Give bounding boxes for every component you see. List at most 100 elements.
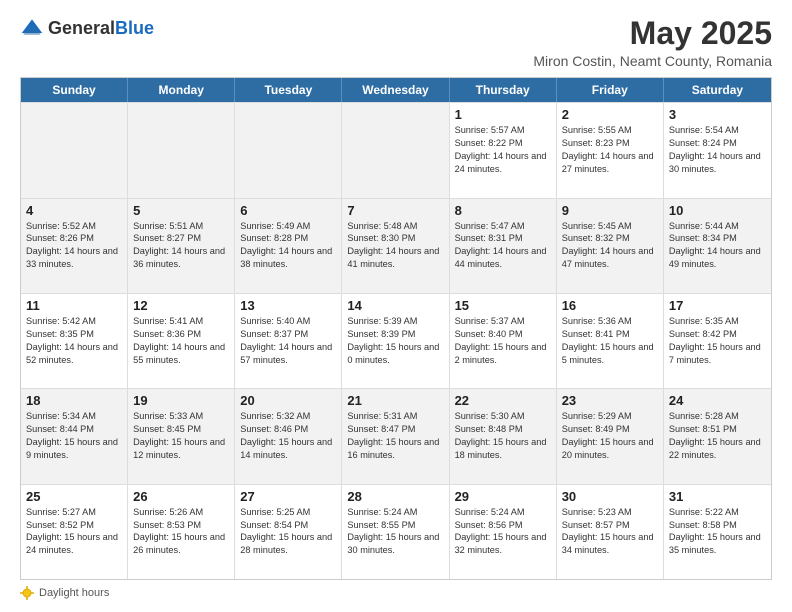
calendar-cell: 24 Sunrise: 5:28 AM Sunset: 8:51 PM Dayli… <box>664 389 771 483</box>
cell-info: Sunrise: 5:30 AM Sunset: 8:48 PM Dayligh… <box>455 410 551 462</box>
calendar-cell: 15 Sunrise: 5:37 AM Sunset: 8:40 PM Dayli… <box>450 294 557 388</box>
title-block: May 2025 Miron Costin, Neamt County, Rom… <box>533 16 772 69</box>
cell-info: Sunrise: 5:22 AM Sunset: 8:58 PM Dayligh… <box>669 506 766 558</box>
header-sunday: Sunday <box>21 78 128 102</box>
calendar-cell <box>342 103 449 197</box>
cell-info: Sunrise: 5:48 AM Sunset: 8:30 PM Dayligh… <box>347 220 443 272</box>
calendar-cell: 20 Sunrise: 5:32 AM Sunset: 8:46 PM Dayli… <box>235 389 342 483</box>
calendar-cell: 16 Sunrise: 5:36 AM Sunset: 8:41 PM Dayli… <box>557 294 664 388</box>
cell-info: Sunrise: 5:37 AM Sunset: 8:40 PM Dayligh… <box>455 315 551 367</box>
cell-info: Sunrise: 5:27 AM Sunset: 8:52 PM Dayligh… <box>26 506 122 558</box>
logo-text: GeneralBlue <box>48 18 154 39</box>
header-monday: Monday <box>128 78 235 102</box>
logo-blue: Blue <box>115 18 154 38</box>
day-number: 12 <box>133 298 229 313</box>
day-number: 25 <box>26 489 122 504</box>
cell-info: Sunrise: 5:57 AM Sunset: 8:22 PM Dayligh… <box>455 124 551 176</box>
week-5: 25 Sunrise: 5:27 AM Sunset: 8:52 PM Dayli… <box>21 484 771 579</box>
calendar-cell: 19Sunrise: 5:33 AM Sunset: 8:45 PM Dayli… <box>128 389 235 483</box>
calendar-cell <box>128 103 235 197</box>
cell-info: Sunrise: 5:33 AM Sunset: 8:45 PM Dayligh… <box>133 410 229 462</box>
day-number: 10 <box>669 203 766 218</box>
cell-info: Sunrise: 5:49 AM Sunset: 8:28 PM Dayligh… <box>240 220 336 272</box>
cell-info: Sunrise: 5:44 AM Sunset: 8:34 PM Dayligh… <box>669 220 766 272</box>
main-title: May 2025 <box>533 16 772 51</box>
calendar-cell: 11Sunrise: 5:42 AM Sunset: 8:35 PM Dayli… <box>21 294 128 388</box>
daylight-label: Daylight hours <box>39 587 109 599</box>
day-number: 31 <box>669 489 766 504</box>
header-tuesday: Tuesday <box>235 78 342 102</box>
day-number: 23 <box>562 393 658 408</box>
cell-info: Sunrise: 5:54 AM Sunset: 8:24 PM Dayligh… <box>669 124 766 176</box>
subtitle: Miron Costin, Neamt County, Romania <box>533 53 772 69</box>
cell-info: Sunrise: 5:41 AM Sunset: 8:36 PM Dayligh… <box>133 315 229 367</box>
day-number: 3 <box>669 107 766 122</box>
day-number: 21 <box>347 393 443 408</box>
header-saturday: Saturday <box>664 78 771 102</box>
cell-info: Sunrise: 5:34 AM Sunset: 8:44 PM Dayligh… <box>26 410 122 462</box>
calendar-cell: 18 Sunrise: 5:34 AM Sunset: 8:44 PM Dayli… <box>21 389 128 483</box>
day-number: 24 <box>669 393 766 408</box>
calendar-cell: 6 Sunrise: 5:49 AM Sunset: 8:28 PM Daylig… <box>235 199 342 293</box>
calendar-cell: 14Sunrise: 5:39 AM Sunset: 8:39 PM Dayli… <box>342 294 449 388</box>
week-4: 18 Sunrise: 5:34 AM Sunset: 8:44 PM Dayli… <box>21 388 771 483</box>
calendar-cell: 12 Sunrise: 5:41 AM Sunset: 8:36 PM Dayli… <box>128 294 235 388</box>
day-number: 6 <box>240 203 336 218</box>
header-wednesday: Wednesday <box>342 78 449 102</box>
cell-info: Sunrise: 5:31 AM Sunset: 8:47 PM Dayligh… <box>347 410 443 462</box>
day-number: 29 <box>455 489 551 504</box>
cell-info: Sunrise: 5:36 AM Sunset: 8:41 PM Dayligh… <box>562 315 658 367</box>
day-number: 4 <box>26 203 122 218</box>
calendar-cell: 27 Sunrise: 5:25 AM Sunset: 8:54 PM Dayli… <box>235 485 342 579</box>
day-number: 15 <box>455 298 551 313</box>
week-2: 4Sunrise: 5:52 AM Sunset: 8:26 PM Daylig… <box>21 198 771 293</box>
calendar-header: Sunday Monday Tuesday Wednesday Thursday… <box>21 78 771 102</box>
day-number: 8 <box>455 203 551 218</box>
day-number: 9 <box>562 203 658 218</box>
calendar-body: 1 Sunrise: 5:57 AM Sunset: 8:22 PM Daylig… <box>21 102 771 579</box>
calendar-cell: 21 Sunrise: 5:31 AM Sunset: 8:47 PM Dayli… <box>342 389 449 483</box>
calendar-cell: 30 Sunrise: 5:23 AM Sunset: 8:57 PM Dayli… <box>557 485 664 579</box>
day-number: 18 <box>26 393 122 408</box>
cell-info: Sunrise: 5:24 AM Sunset: 8:56 PM Dayligh… <box>455 506 551 558</box>
day-number: 20 <box>240 393 336 408</box>
cell-info: Sunrise: 5:51 AM Sunset: 8:27 PM Dayligh… <box>133 220 229 272</box>
header: GeneralBlue May 2025 Miron Costin, Neamt… <box>20 16 772 69</box>
calendar-cell: 7 Sunrise: 5:48 AM Sunset: 8:30 PM Daylig… <box>342 199 449 293</box>
day-number: 28 <box>347 489 443 504</box>
cell-info: Sunrise: 5:23 AM Sunset: 8:57 PM Dayligh… <box>562 506 658 558</box>
footer: Daylight hours <box>20 586 772 600</box>
cell-info: Sunrise: 5:28 AM Sunset: 8:51 PM Dayligh… <box>669 410 766 462</box>
cell-info: Sunrise: 5:25 AM Sunset: 8:54 PM Dayligh… <box>240 506 336 558</box>
day-number: 7 <box>347 203 443 218</box>
logo-icon <box>20 16 44 40</box>
day-number: 2 <box>562 107 658 122</box>
page: GeneralBlue May 2025 Miron Costin, Neamt… <box>0 0 792 612</box>
calendar-cell: 23 Sunrise: 5:29 AM Sunset: 8:49 PM Dayli… <box>557 389 664 483</box>
calendar-cell: 29 Sunrise: 5:24 AM Sunset: 8:56 PM Dayli… <box>450 485 557 579</box>
day-number: 14 <box>347 298 443 313</box>
calendar-cell: 10 Sunrise: 5:44 AM Sunset: 8:34 PM Dayli… <box>664 199 771 293</box>
day-number: 5 <box>133 203 229 218</box>
week-1: 1 Sunrise: 5:57 AM Sunset: 8:22 PM Daylig… <box>21 102 771 197</box>
calendar-cell: 5 Sunrise: 5:51 AM Sunset: 8:27 PM Daylig… <box>128 199 235 293</box>
calendar-cell <box>21 103 128 197</box>
day-number: 1 <box>455 107 551 122</box>
calendar-cell: 8Sunrise: 5:47 AM Sunset: 8:31 PM Daylig… <box>450 199 557 293</box>
calendar-cell: 1 Sunrise: 5:57 AM Sunset: 8:22 PM Daylig… <box>450 103 557 197</box>
week-3: 11Sunrise: 5:42 AM Sunset: 8:35 PM Dayli… <box>21 293 771 388</box>
cell-info: Sunrise: 5:32 AM Sunset: 8:46 PM Dayligh… <box>240 410 336 462</box>
day-number: 27 <box>240 489 336 504</box>
calendar-cell: 25 Sunrise: 5:27 AM Sunset: 8:52 PM Dayli… <box>21 485 128 579</box>
sun-icon <box>20 586 34 600</box>
day-number: 17 <box>669 298 766 313</box>
calendar-cell: 17Sunrise: 5:35 AM Sunset: 8:42 PM Dayli… <box>664 294 771 388</box>
cell-info: Sunrise: 5:29 AM Sunset: 8:49 PM Dayligh… <box>562 410 658 462</box>
day-number: 30 <box>562 489 658 504</box>
cell-info: Sunrise: 5:45 AM Sunset: 8:32 PM Dayligh… <box>562 220 658 272</box>
cell-info: Sunrise: 5:55 AM Sunset: 8:23 PM Dayligh… <box>562 124 658 176</box>
calendar-cell: 26Sunrise: 5:26 AM Sunset: 8:53 PM Dayli… <box>128 485 235 579</box>
day-number: 26 <box>133 489 229 504</box>
calendar: Sunday Monday Tuesday Wednesday Thursday… <box>20 77 772 580</box>
day-number: 16 <box>562 298 658 313</box>
